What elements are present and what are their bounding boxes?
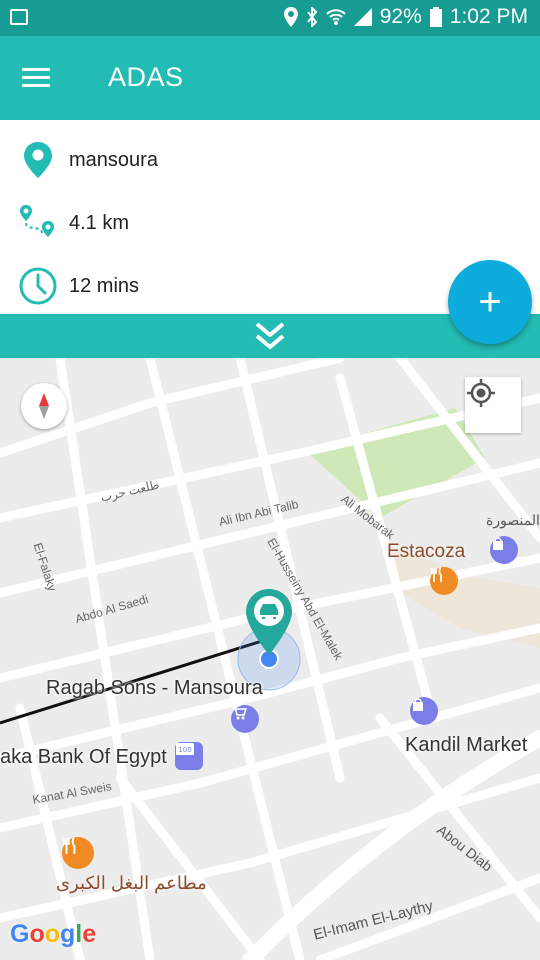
battery-percent: 92% — [379, 5, 422, 28]
destination-row: mansoura — [0, 135, 540, 185]
map-roads — [0, 358, 540, 960]
status-right: 92% 1:02 PM — [283, 5, 528, 29]
vehicle-marker — [246, 589, 292, 655]
duration-text: 12 mins — [69, 274, 140, 297]
cart-icon[interactable] — [231, 705, 259, 733]
restaurant-icon[interactable] — [430, 567, 458, 595]
double-chevron-down-icon — [255, 322, 285, 349]
compass-icon — [39, 393, 49, 419]
route-icon — [18, 203, 58, 243]
shopping-bag-icon[interactable] — [490, 536, 518, 564]
map-view[interactable]: طلعت حرب Ali Ibn Abi Talib Ali Mobarak E… — [0, 358, 540, 960]
bluetooth-icon — [306, 7, 318, 27]
wifi-icon — [326, 9, 346, 25]
shopping-bag-icon[interactable] — [410, 697, 438, 725]
bank-icon[interactable]: 100 — [175, 742, 203, 770]
image-icon — [10, 9, 28, 25]
compass-button[interactable] — [21, 383, 67, 429]
google-logo: Google — [10, 920, 97, 948]
poi-label-estacoza: Estacoza — [387, 541, 466, 562]
status-time: 1:02 PM — [449, 5, 528, 28]
area-label-mansoura: المنصورة — [486, 512, 540, 528]
app-bar: ADAS — [0, 36, 540, 120]
svg-text:100: 100 — [178, 746, 191, 754]
poi-label-restaurant: مطاعم البغل الكبرى — [56, 873, 207, 893]
status-bar: 92% 1:02 PM — [0, 0, 540, 36]
add-button[interactable]: + — [448, 260, 532, 344]
location-pin-icon — [18, 140, 58, 180]
plus-icon: + — [478, 279, 502, 324]
app-title: ADAS — [108, 62, 184, 92]
restaurant-icon[interactable] — [62, 837, 94, 869]
poi-label-kandil-market: Kandil Market — [405, 734, 528, 756]
battery-icon — [429, 7, 442, 27]
hamburger-menu-icon[interactable] — [22, 68, 50, 88]
distance-text: 4.1 km — [69, 211, 130, 234]
destination-text: mansoura — [69, 148, 158, 171]
clock-icon — [18, 266, 58, 306]
location-icon — [283, 7, 298, 27]
signal-icon — [353, 8, 372, 26]
poi-label-bank: aka Bank Of Egypt — [0, 746, 167, 768]
distance-row: 4.1 km — [0, 198, 540, 248]
my-location-button[interactable] — [465, 377, 521, 433]
crosshair-icon — [467, 379, 495, 407]
poi-label-ragab-sons: Ragab Sons - Mansoura — [46, 677, 263, 699]
